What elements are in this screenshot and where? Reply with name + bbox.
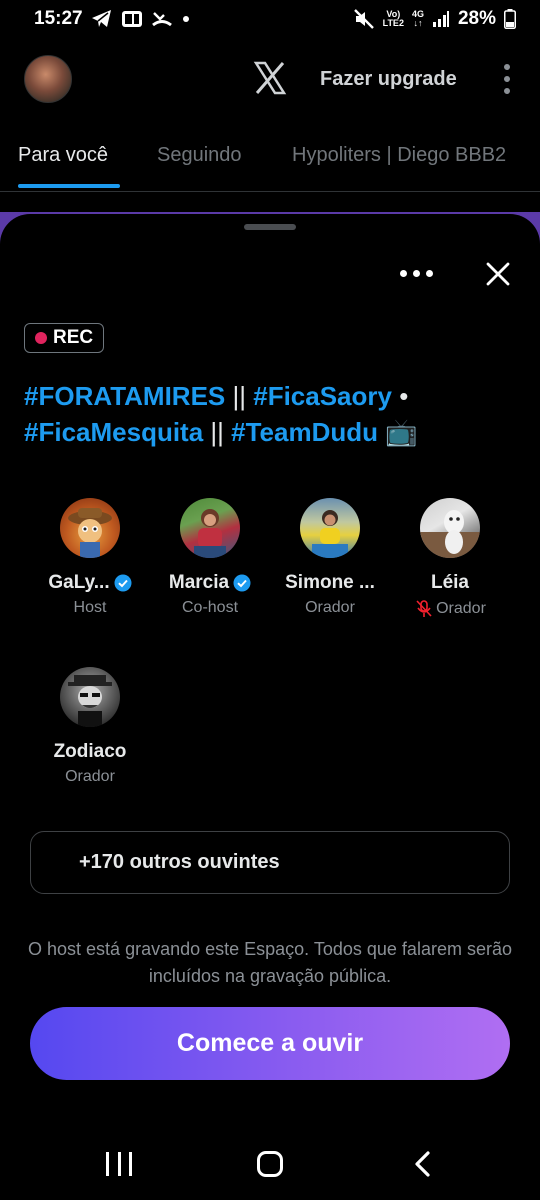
avatar — [60, 498, 120, 558]
verified-badge-icon — [114, 574, 132, 592]
participant-name: Léia — [430, 572, 470, 593]
participant-name: Marcia — [168, 572, 230, 593]
profile-avatar[interactable] — [24, 55, 72, 103]
space-title: #FORATAMIRES || #FicaSaory • #FicaMesqui… — [24, 381, 418, 447]
notification-dot-icon — [181, 14, 191, 24]
participant-name: Zodiaco — [53, 741, 127, 762]
participant-name: GaLy... — [48, 572, 110, 593]
participant-role: Co-host — [181, 599, 239, 616]
sheet-drag-handle[interactable] — [244, 224, 296, 230]
participant-role: Orador — [305, 599, 355, 616]
tab-para-voce[interactable]: Para você — [18, 144, 108, 167]
tv-emoji: 📺 — [378, 417, 418, 447]
avatar — [420, 498, 480, 558]
back-icon[interactable] — [412, 1151, 434, 1177]
signal-icon — [432, 10, 450, 28]
network-4g-indicator: 4G ↓↑ — [411, 9, 424, 28]
missed-call-icon — [151, 9, 173, 29]
app-bar: Fazer upgrade — [0, 44, 540, 114]
listeners-count-button[interactable]: +170 outros ouvintes — [30, 831, 510, 894]
tab-seguindo[interactable]: Seguindo — [157, 144, 242, 167]
mute-icon — [353, 8, 375, 30]
status-time: 15:27 — [34, 8, 83, 29]
telegram-icon — [91, 9, 113, 29]
upgrade-button[interactable]: Fazer upgrade — [320, 68, 457, 91]
space-more-icon[interactable] — [400, 270, 433, 277]
battery-icon — [504, 9, 516, 29]
home-icon[interactable] — [257, 1151, 283, 1177]
recording-notice: O host está gravando este Espaço. Todos … — [28, 939, 512, 986]
participant-role: Orador — [436, 600, 486, 617]
verified-badge-icon — [233, 574, 251, 592]
avatar — [180, 498, 240, 558]
volte-indicator: Vo) LTE2 — [382, 9, 404, 28]
participant-speaker[interactable]: Simone ... Orador — [270, 498, 390, 617]
rec-badge: REC — [24, 323, 105, 353]
hashtag-teamdudu[interactable]: #TeamDudu — [231, 417, 378, 447]
status-right: Vo) LTE2 4G ↓↑ 28% — [353, 8, 516, 30]
rec-dot-icon — [35, 332, 47, 344]
hashtag-ficasaory[interactable]: #FicaSaory — [253, 381, 392, 411]
tab-hypoliters[interactable]: Hypoliters | Diego BBB2 — [292, 144, 506, 167]
sim-card-icon — [121, 9, 143, 29]
recents-icon[interactable] — [106, 1152, 132, 1176]
timeline-tabs: Para você Seguindo Hypoliters | Diego BB… — [0, 128, 540, 192]
status-bar: 15:27 Vo) LTE2 4G ↓↑ 28% — [0, 0, 540, 38]
avatar — [300, 498, 360, 558]
x-logo-icon — [253, 61, 287, 95]
participant-host[interactable]: GaLy... Host — [30, 498, 150, 617]
mic-muted-icon — [416, 600, 432, 617]
participant-name: Simone ... — [285, 572, 375, 593]
participant-speaker[interactable]: Zodiaco Orador — [30, 667, 150, 786]
more-options-icon[interactable] — [500, 64, 514, 94]
hashtag-foratamires[interactable]: #FORATAMIRES — [24, 381, 225, 411]
participant-speaker[interactable]: Léia Orador — [390, 498, 510, 619]
system-nav-bar — [0, 1130, 540, 1200]
avatar — [60, 667, 120, 727]
participant-role: Host — [73, 599, 107, 616]
status-left: 15:27 — [34, 8, 191, 30]
start-listening-button[interactable]: Comece a ouvir — [30, 1007, 510, 1080]
hashtag-ficamesquita[interactable]: #FicaMesquita — [24, 417, 203, 447]
active-tab-indicator — [18, 184, 120, 188]
battery-percent: 28% — [457, 8, 496, 29]
participant-cohost[interactable]: Marcia Co-host — [150, 498, 270, 617]
participant-role: Orador — [65, 768, 115, 785]
space-sheet: REC #FORATAMIRES || #FicaSaory • #FicaMe… — [0, 214, 540, 1200]
close-icon[interactable] — [484, 260, 512, 288]
